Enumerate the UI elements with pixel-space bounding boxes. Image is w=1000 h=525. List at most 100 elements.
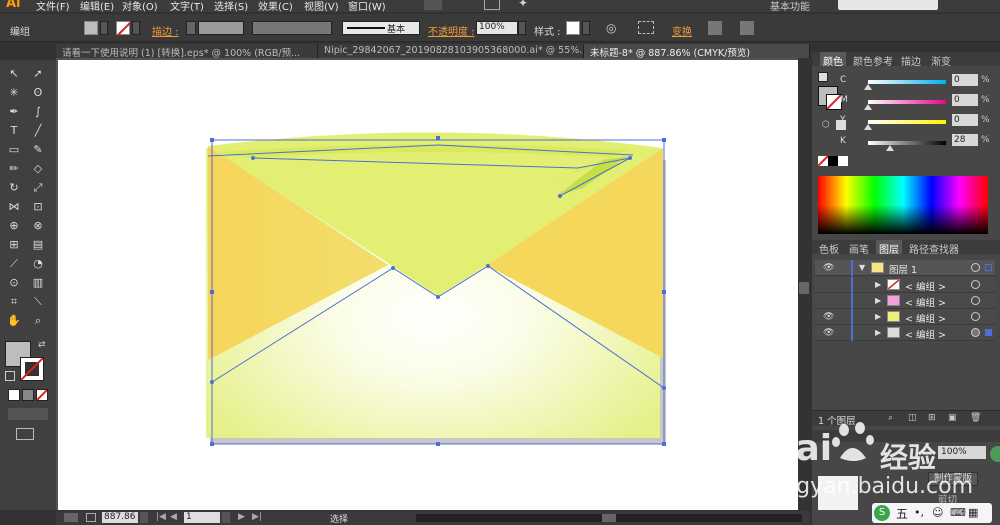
blend-tool-icon[interactable]: ◔: [28, 255, 48, 272]
zoom-tool-icon[interactable]: ⌕: [28, 312, 48, 329]
shape-builder-tool-icon[interactable]: ⊕: [4, 217, 24, 234]
tab-brushes[interactable]: 画笔: [846, 240, 872, 256]
direct-selection-tool-icon[interactable]: ➚: [28, 65, 48, 82]
zoom-dropdown[interactable]: [140, 512, 148, 523]
tab-color-guide[interactable]: 颜色参考: [850, 52, 896, 68]
tab-pathfinder[interactable]: 路径查找器: [906, 240, 962, 256]
envelope-illustration[interactable]: [58, 60, 798, 510]
black-swatch[interactable]: [828, 156, 838, 166]
menu-object[interactable]: 对象(O): [122, 0, 158, 12]
default-colors-icon[interactable]: [5, 371, 15, 381]
arrange-documents-icon[interactable]: [484, 0, 500, 10]
screen-mode-icon[interactable]: [16, 428, 34, 440]
ime-mode-icon[interactable]: 五: [896, 505, 908, 522]
white-swatch[interactable]: [838, 156, 848, 166]
new-layer-icon[interactable]: ▣: [948, 413, 957, 423]
symbol-sprayer-tool-icon[interactable]: ⊙: [4, 274, 24, 291]
lasso-tool-icon[interactable]: ʘ: [28, 84, 48, 101]
artboard[interactable]: [58, 60, 798, 510]
default-fill-stroke-icon[interactable]: [818, 72, 828, 82]
zoom-field[interactable]: 887.86: [102, 512, 138, 523]
tab-layers[interactable]: 图层: [876, 240, 902, 256]
tab-color[interactable]: 颜色: [820, 52, 846, 68]
fill-swatch[interactable]: [84, 21, 98, 35]
width-tool-icon[interactable]: ⋈: [4, 198, 24, 215]
transform-link[interactable]: 变换: [672, 23, 692, 38]
scrollbar-thumb[interactable]: [799, 282, 809, 294]
isolate-icon[interactable]: [708, 21, 722, 35]
graphic-style-dropdown[interactable]: [582, 21, 590, 35]
black-slider[interactable]: [868, 141, 946, 145]
stroke-dropdown[interactable]: [132, 21, 140, 35]
none-swatch[interactable]: [817, 155, 829, 167]
menu-type[interactable]: 文字(T): [170, 0, 204, 12]
expand-arrow-icon[interactable]: ▶: [875, 280, 881, 289]
prev-artboard-icon[interactable]: ◀: [170, 512, 177, 522]
tab-document-3[interactable]: 未标题-8* @ 887.86% (CMYK/预览): [584, 44, 810, 58]
none-mode-icon[interactable]: [36, 389, 48, 401]
stroke-label[interactable]: 描边 :: [152, 23, 179, 38]
layer-row-4[interactable]: 👁 ▶ < 编组 >: [815, 309, 995, 325]
collapse-arrow-icon[interactable]: ▼: [859, 263, 865, 272]
opacity-field[interactable]: 100%: [476, 21, 518, 35]
opacity-dropdown[interactable]: [518, 21, 526, 35]
scale-tool-icon[interactable]: ⤢: [28, 179, 48, 196]
workspace-switcher[interactable]: 基本功能: [770, 0, 810, 12]
rotate-tool-icon[interactable]: ↻: [4, 179, 24, 196]
yellow-slider[interactable]: [868, 120, 946, 124]
first-artboard-icon[interactable]: |◀: [156, 512, 166, 522]
free-transform-tool-icon[interactable]: ⊡: [28, 198, 48, 215]
magenta-value-field[interactable]: 0: [952, 94, 978, 106]
rectangle-tool-icon[interactable]: ▭: [4, 141, 24, 158]
menu-edit[interactable]: 编辑(E): [80, 0, 114, 12]
menu-file[interactable]: 文件(F): [36, 0, 70, 12]
visibility-eye-icon[interactable]: 👁: [823, 312, 834, 322]
visibility-eye-icon[interactable]: 👁: [823, 328, 834, 338]
live-paint-tool-icon[interactable]: ⊗: [28, 217, 48, 234]
gradient-mode-icon[interactable]: [22, 389, 34, 401]
gradient-tool-icon[interactable]: ▤: [28, 236, 48, 253]
magenta-slider-knob[interactable]: [864, 104, 872, 110]
horizontal-scroll-thumb[interactable]: [602, 514, 616, 522]
transparency-opacity-field[interactable]: 100%: [938, 446, 986, 459]
new-sublayer-icon[interactable]: ⊞: [928, 413, 936, 423]
layer-target-icon[interactable]: [971, 328, 980, 337]
expand-arrow-icon[interactable]: ▶: [875, 312, 881, 321]
green-circle-icon[interactable]: [990, 446, 1000, 462]
eraser-tool-icon[interactable]: ◇: [28, 160, 48, 177]
bridge-icon[interactable]: [424, 0, 442, 10]
visibility-eye-icon[interactable]: 👁: [823, 263, 834, 273]
magic-wand-tool-icon[interactable]: ✳: [4, 84, 24, 101]
expand-arrow-icon[interactable]: ▶: [875, 296, 881, 305]
magenta-slider[interactable]: [868, 100, 946, 104]
type-tool-icon[interactable]: T: [4, 122, 24, 139]
cyan-value-field[interactable]: 0: [952, 74, 978, 86]
out-of-gamut-icon[interactable]: ⬡: [822, 120, 830, 130]
line-tool-icon[interactable]: ╱: [28, 122, 48, 139]
menu-window[interactable]: 窗口(W): [348, 0, 386, 12]
align-icon[interactable]: [638, 21, 654, 34]
column-graph-tool-icon[interactable]: ▥: [28, 274, 48, 291]
tab-swatches[interactable]: 色板: [816, 240, 842, 256]
cyan-slider-knob[interactable]: [864, 84, 872, 90]
mesh-tool-icon[interactable]: ⊞: [4, 236, 24, 253]
tab-stroke[interactable]: 描边: [898, 52, 924, 68]
selection-tool-icon[interactable]: ↖: [4, 65, 24, 82]
make-clipping-mask-icon[interactable]: ◫: [908, 413, 917, 423]
last-artboard-icon[interactable]: ▶|: [252, 512, 262, 522]
pen-tool-icon[interactable]: ✒: [4, 103, 24, 120]
stroke-swatch[interactable]: [116, 21, 131, 36]
expand-arrow-icon[interactable]: ▶: [875, 328, 881, 337]
ime-punct-icon[interactable]: •,: [914, 506, 924, 519]
stroke-stepper[interactable]: [186, 21, 196, 35]
artboard-number-field[interactable]: 1: [184, 512, 220, 523]
hand-tool-icon[interactable]: ✋: [4, 312, 24, 329]
cyan-slider[interactable]: [868, 80, 946, 84]
color-mode-icon[interactable]: [8, 389, 20, 401]
layer-target-icon[interactable]: [971, 296, 980, 305]
color-spectrum[interactable]: [818, 176, 988, 234]
stroke-color-box[interactable]: [20, 357, 44, 381]
delete-layer-icon[interactable]: 🗑: [970, 413, 981, 423]
ime-keyboard-icon[interactable]: ⌨: [950, 506, 966, 519]
layer-target-icon[interactable]: [971, 263, 980, 272]
